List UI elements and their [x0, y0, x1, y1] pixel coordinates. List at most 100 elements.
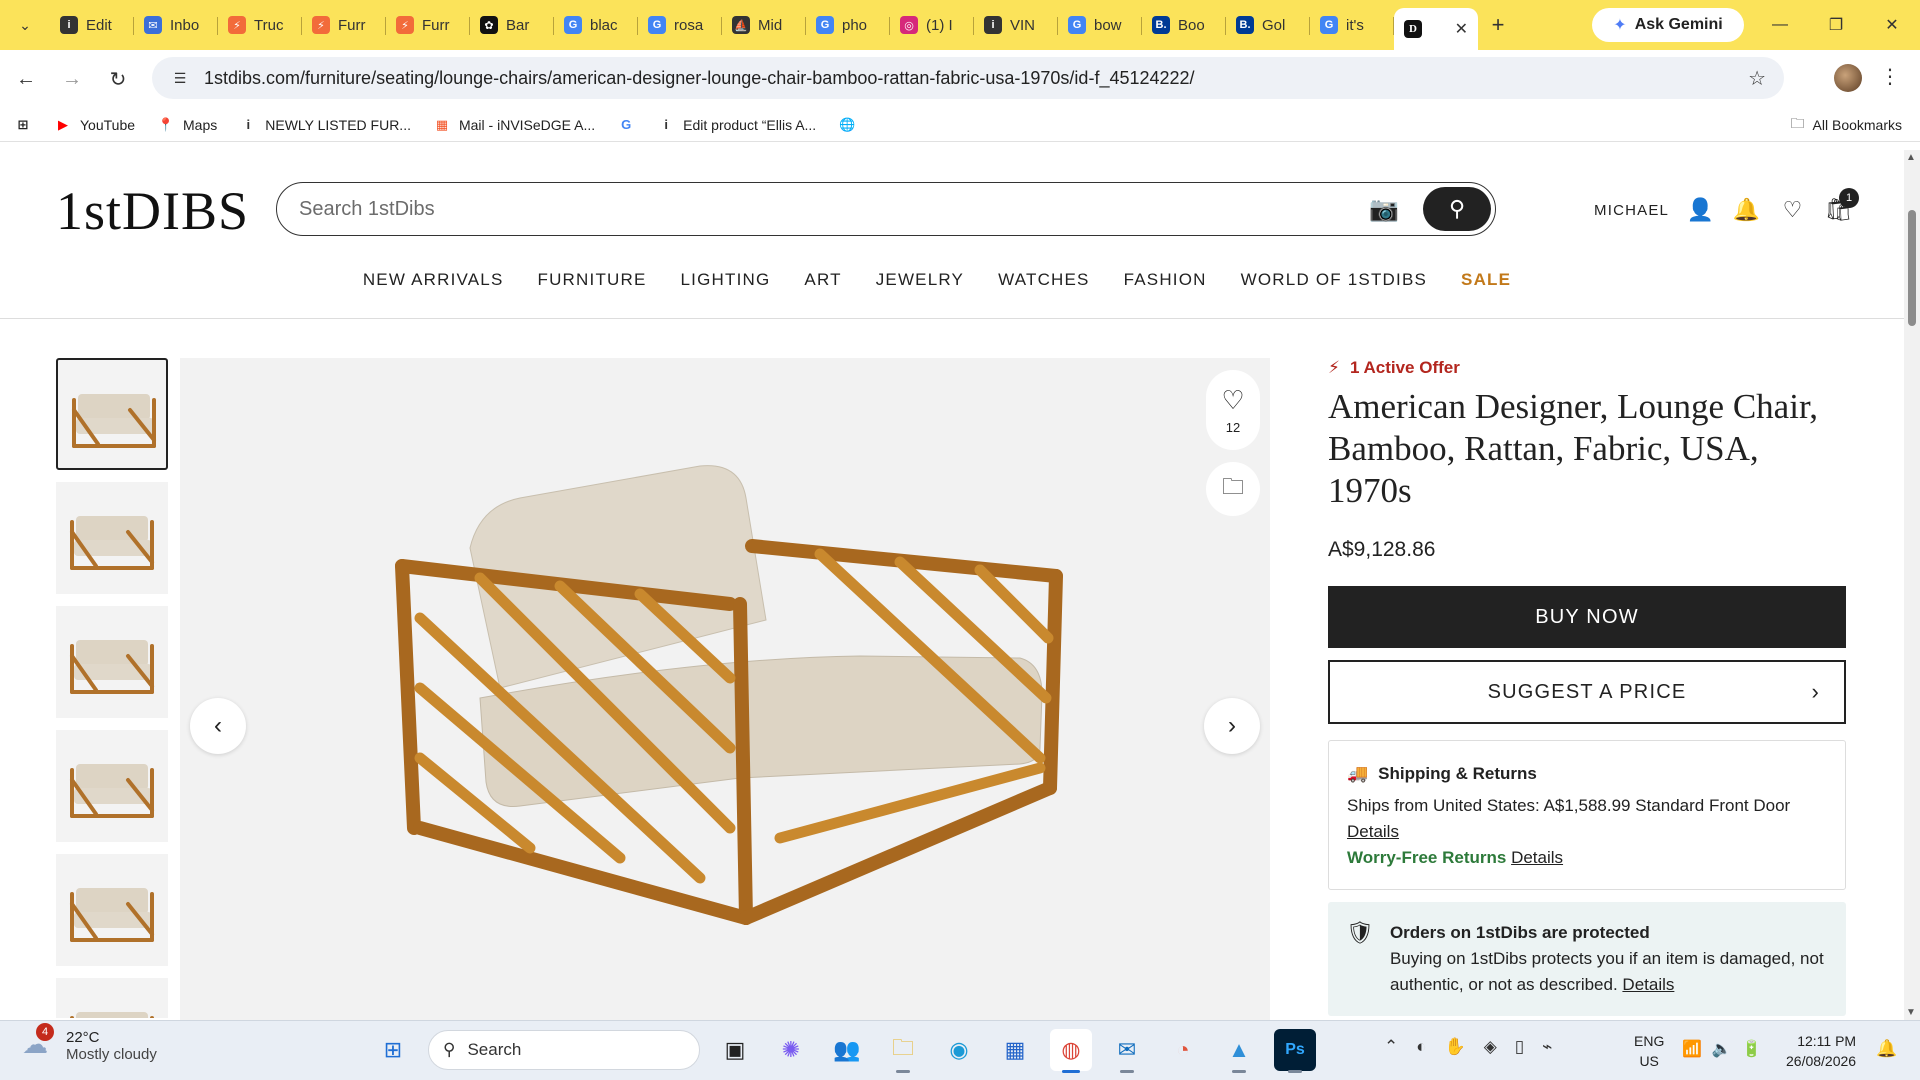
browser-tab[interactable]: Gbow	[1058, 8, 1142, 42]
nav-item[interactable]: WATCHES	[998, 270, 1090, 290]
photoshop-icon[interactable]: Ps	[1274, 1029, 1316, 1073]
browser-tab[interactable]: ◎ (1) I	[890, 8, 974, 42]
search-button[interactable]: ⚲	[1423, 187, 1491, 231]
restore-button[interactable]: ❐	[1808, 0, 1864, 50]
search-input[interactable]	[299, 197, 1299, 221]
chrome-icon[interactable]: ◍	[1050, 1029, 1092, 1073]
nav-item[interactable]: ART	[804, 270, 841, 290]
bookmark-item[interactable]: G	[617, 117, 635, 133]
tray-app-icon[interactable]: ✋	[1445, 1037, 1466, 1057]
system-clock[interactable]: 12:11 PM 26/08/2026	[1786, 1031, 1856, 1071]
bookmark-item[interactable]: ▶ YouTube	[54, 117, 135, 133]
edge-icon[interactable]: ◉	[938, 1029, 980, 1071]
new-tab-button[interactable]: +	[1478, 8, 1518, 42]
favorite-button[interactable]: ♡ 12	[1206, 370, 1260, 450]
ask-gemini-button[interactable]: ✦ Ask Gemini	[1592, 8, 1744, 42]
language-indicator[interactable]: ENG US	[1634, 1031, 1664, 1071]
product-thumbnail[interactable]	[56, 482, 168, 594]
bookmark-item[interactable]: 🌐	[838, 117, 856, 133]
user-name[interactable]: MICHAEL	[1594, 202, 1669, 219]
reload-button[interactable]: ↻	[98, 59, 138, 99]
forward-button[interactable]: →	[52, 59, 92, 99]
close-tab-icon[interactable]: ✕	[1455, 19, 1468, 39]
browser-tab[interactable]: Gpho	[806, 8, 890, 42]
scroll-down-icon[interactable]: ▼	[1906, 1007, 1916, 1018]
all-bookmarks-button[interactable]: 🗀 All Bookmarks	[1791, 113, 1902, 137]
shipping-details-link[interactable]: Details	[1347, 822, 1399, 841]
profile-avatar[interactable]	[1834, 64, 1862, 92]
site-logo[interactable]: 1stDIBS	[56, 180, 249, 242]
browser-tab[interactable]: ⚡ Furr	[386, 8, 470, 42]
scroll-up-icon[interactable]: ▲	[1906, 152, 1916, 163]
protection-details-link[interactable]: Details	[1622, 975, 1674, 994]
teams-icon[interactable]: 👥	[826, 1029, 868, 1071]
active-offer-notice[interactable]: ⚡ 1 Active Offer	[1328, 358, 1846, 378]
browser-tab[interactable]: ⛵ Mid	[722, 8, 806, 42]
bookmark-star-icon[interactable]: ☆	[1748, 66, 1766, 91]
network-cloud-icon[interactable]: ⌁	[1542, 1037, 1552, 1057]
browser-tab[interactable]: Grosa	[638, 8, 722, 42]
user-icon[interactable]: 👤	[1687, 196, 1715, 224]
copilot-icon[interactable]: ✺	[770, 1029, 812, 1071]
notifications-icon[interactable]: 🔔	[1876, 1039, 1897, 1059]
product-thumbnail[interactable]	[56, 358, 168, 470]
product-thumbnail[interactable]	[56, 978, 168, 1018]
suggest-price-button[interactable]: SUGGEST A PRICE ›	[1328, 660, 1846, 724]
photos-icon[interactable]: ▲	[1218, 1029, 1260, 1073]
browser-tab[interactable]: Git's	[1310, 8, 1394, 42]
nav-item[interactable]: FURNITURE	[538, 270, 647, 290]
browser-tab[interactable]: B. Gol	[1226, 8, 1310, 42]
bookmark-item[interactable]: i Edit product “Ellis A...	[657, 117, 816, 133]
tab-search-dropdown-icon[interactable]: ⌄	[0, 0, 50, 50]
browser-tab[interactable]: i VIN	[974, 8, 1058, 42]
bell-icon[interactable]: 🔔	[1733, 196, 1761, 224]
start-button[interactable]: ⊞	[372, 1029, 414, 1071]
tab-active-1stdibs[interactable]: D ✕	[1394, 8, 1478, 50]
bookmark-item[interactable]: i NEWLY LISTED FUR...	[239, 117, 411, 133]
browser-tab[interactable]: ✉ Inbo	[134, 8, 218, 42]
nav-item[interactable]: NEW ARRIVALS	[363, 270, 504, 290]
product-thumbnail[interactable]	[56, 606, 168, 718]
quick-settings[interactable]: 📶 🔈 🔋	[1682, 1039, 1762, 1059]
tray-app-icon[interactable]: ◈	[1484, 1037, 1497, 1057]
usb-icon[interactable]: ▯	[1515, 1037, 1524, 1057]
url-text[interactable]: 1stdibs.com/furniture/seating/lounge-cha…	[204, 68, 1195, 89]
page-scrollbar[interactable]: ▲ ▼	[1904, 150, 1920, 1020]
product-thumbnail[interactable]	[56, 854, 168, 966]
minimize-button[interactable]: —	[1752, 0, 1808, 50]
close-window-button[interactable]: ✕	[1864, 0, 1920, 50]
buy-now-button[interactable]: BUY NOW	[1328, 586, 1846, 648]
browser-tab[interactable]: ⚡ Truc	[218, 8, 302, 42]
browser-tab[interactable]: ⚡ Furr	[302, 8, 386, 42]
nav-item[interactable]: JEWELRY	[876, 270, 964, 290]
nav-item[interactable]: WORLD OF 1STDIBS	[1241, 270, 1427, 290]
site-info-icon[interactable]: ☰	[162, 70, 198, 87]
weather-widget[interactable]: ☁ 4 22°C Mostly cloudy	[22, 1023, 157, 1063]
browser-tab[interactable]: ✿ Bar	[470, 8, 554, 42]
next-image-button[interactable]: ›	[1204, 698, 1260, 754]
nav-item[interactable]: LIGHTING	[681, 270, 771, 290]
heart-icon[interactable]: ♡	[1779, 196, 1807, 224]
bookmark-item[interactable]: 📍 Maps	[157, 117, 217, 133]
chevron-up-icon[interactable]: ⌃	[1384, 1037, 1398, 1057]
browser-tab[interactable]: i Edit	[50, 8, 134, 42]
back-button[interactable]: ←	[6, 59, 46, 99]
outlook-icon[interactable]: ✉	[1106, 1029, 1148, 1073]
app-icon[interactable]: ◔	[1162, 1029, 1204, 1071]
browser-tab[interactable]: Gblac	[554, 8, 638, 42]
apps-grid-icon[interactable]: ⊞	[14, 117, 32, 133]
scrollbar-thumb[interactable]	[1908, 210, 1916, 326]
previous-image-button[interactable]: ‹	[190, 698, 246, 754]
cart-icon[interactable]: 🛍 1	[1825, 188, 1860, 224]
tray-app-icon[interactable]: ◐	[1416, 1037, 1426, 1057]
file-explorer-icon[interactable]: 🗀	[882, 1029, 924, 1073]
product-thumbnail[interactable]	[56, 730, 168, 842]
save-to-folder-button[interactable]: 🗀	[1206, 462, 1260, 516]
nav-item[interactable]: FASHION	[1124, 270, 1207, 290]
task-view-icon[interactable]: ▣	[714, 1029, 756, 1071]
browser-tab[interactable]: B. Boo	[1142, 8, 1226, 42]
bookmark-item[interactable]: ▦ Mail - iNVISeDGE A...	[433, 117, 595, 133]
taskbar-search[interactable]: ⚲ Search	[428, 1030, 700, 1070]
browser-menu-icon[interactable]: ⋮	[1880, 64, 1900, 89]
store-icon[interactable]: ▦	[994, 1029, 1036, 1071]
